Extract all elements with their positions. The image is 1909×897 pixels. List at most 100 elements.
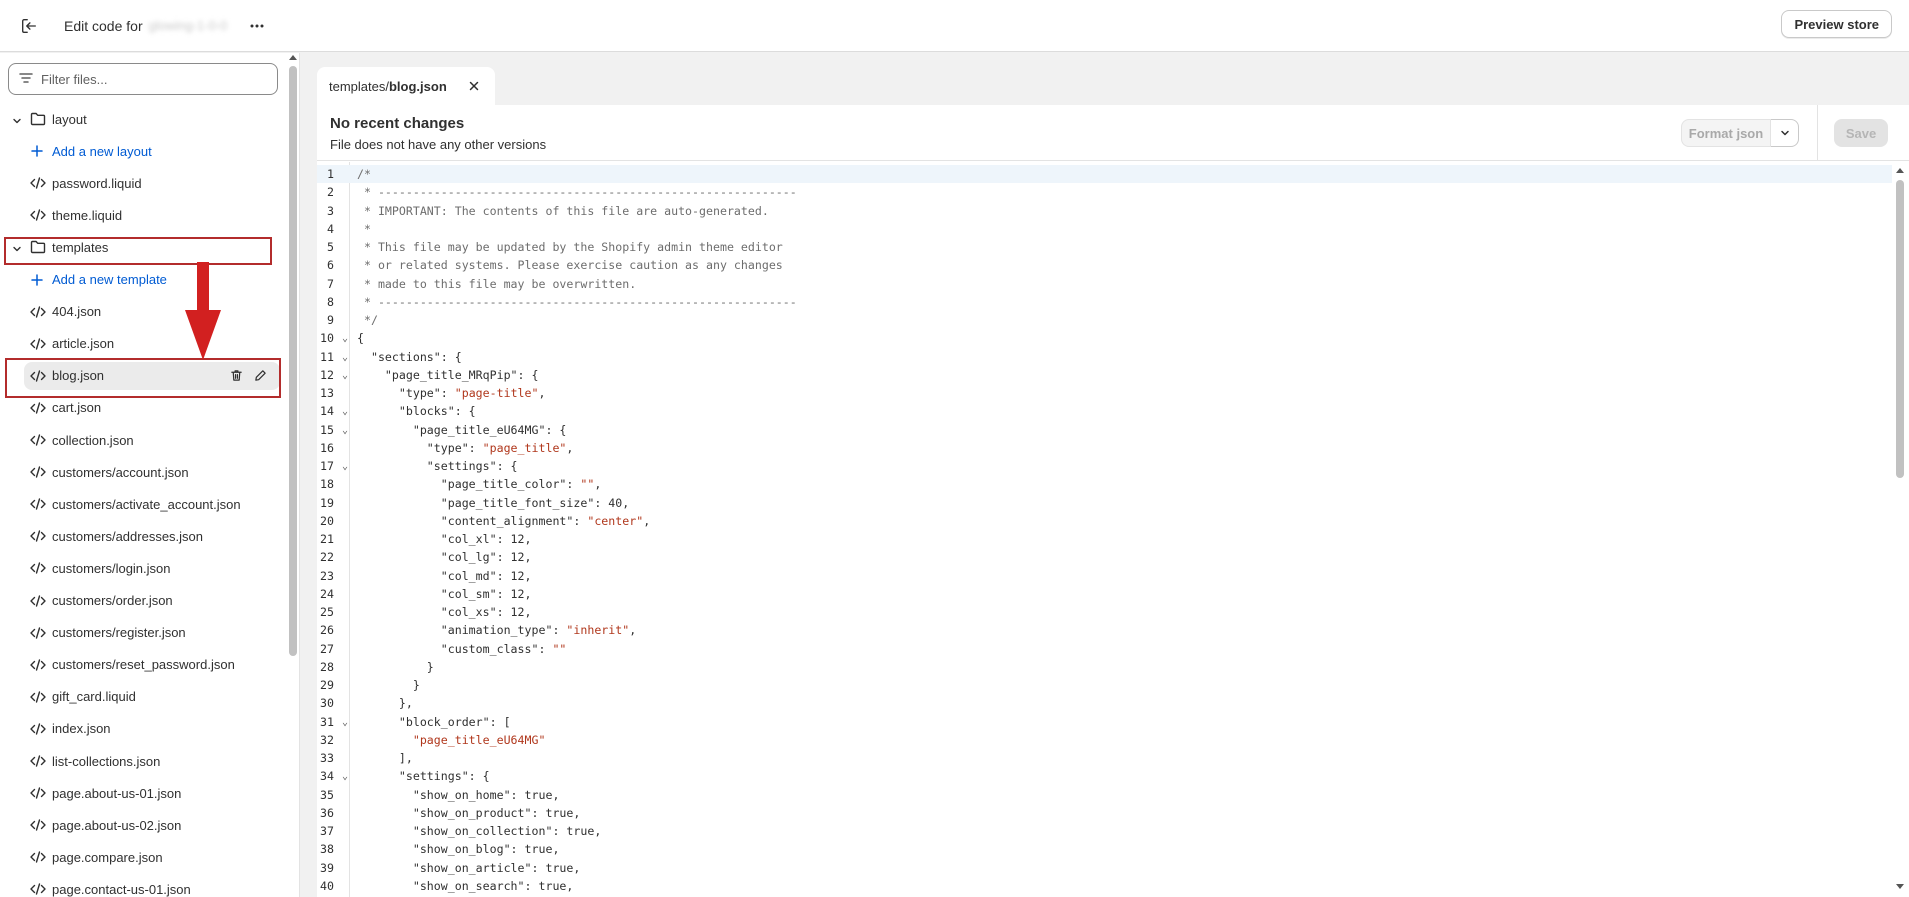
sidebar-scroll-thumb[interactable] xyxy=(289,66,297,656)
code-text: * This file may be updated by the Shopif… xyxy=(357,238,783,256)
exit-icon[interactable] xyxy=(16,13,42,39)
scroll-down-arrow-icon[interactable] xyxy=(1896,884,1904,889)
editor-scrollbar[interactable] xyxy=(1892,162,1909,897)
code-file-icon xyxy=(30,691,46,706)
filter-files-input[interactable] xyxy=(41,71,261,87)
code-file-icon xyxy=(30,851,46,866)
file-list-collections-json[interactable]: list-collections.json xyxy=(0,745,284,777)
editor-area: templates/blog.json No recent changes Fi… xyxy=(317,67,1909,897)
tree-item-label: customers/login.json xyxy=(52,560,171,576)
file-customers-activate-account-json[interactable]: customers/activate_account.json xyxy=(0,488,284,520)
code-token: "show_on_article": true, xyxy=(357,860,581,875)
chevron-down-icon[interactable] xyxy=(1771,119,1799,147)
code-editor[interactable]: 1 /* 2 * ---------------------------------… xyxy=(317,162,1892,897)
line-number: 19 xyxy=(320,495,334,510)
code-token: "settings": { xyxy=(357,769,490,784)
file-password-liquid[interactable]: password.liquid xyxy=(0,167,284,199)
fold-chevron-icon[interactable]: ⌄ xyxy=(342,403,348,421)
file-page-about-us-01-json[interactable]: page.about-us-01.json xyxy=(0,777,284,809)
line-number: 5 xyxy=(327,240,334,254)
code-line: 5 * This file may be updated by the Shop… xyxy=(317,238,1892,256)
file-theme-liquid[interactable]: theme.liquid xyxy=(0,199,284,231)
fold-chevron-icon[interactable]: ⌄ xyxy=(342,349,348,367)
file-customers-reset-password-json[interactable]: customers/reset_password.json xyxy=(0,649,284,681)
code-line: 3 * IMPORTANT: The contents of this file… xyxy=(317,202,1892,220)
tree-item-label: customers/account.json xyxy=(52,464,189,480)
add-a-new-template-link[interactable]: Add a new template xyxy=(0,264,284,296)
sidebar-scrollbar[interactable] xyxy=(287,53,299,897)
tree-item-label: article.json xyxy=(52,336,115,352)
code-text: "sections": { xyxy=(357,348,462,366)
add-a-new-layout-link[interactable]: Add a new layout xyxy=(0,135,284,167)
file-article-json[interactable]: article.json xyxy=(0,328,284,360)
file-customers-login-json[interactable]: customers/login.json xyxy=(0,552,284,584)
code-text: "page_title_font_size": 40, xyxy=(357,494,629,512)
fold-chevron-icon[interactable]: ⌄ xyxy=(342,768,348,786)
file-collection-json[interactable]: collection.json xyxy=(0,424,284,456)
code-token: "page_title_font_size": 40, xyxy=(357,495,630,510)
plus-icon xyxy=(31,273,43,289)
more-horizontal-icon[interactable] xyxy=(245,14,269,38)
format-json-button[interactable]: Format json xyxy=(1681,119,1771,147)
title-prefix: Edit code for xyxy=(64,17,143,34)
code-token: "block_order": [ xyxy=(357,714,511,729)
code-line: 7 * made to this file may be overwritten… xyxy=(317,275,1892,293)
code-text: /* xyxy=(357,165,371,183)
file-customers-addresses-json[interactable]: customers/addresses.json xyxy=(0,520,284,552)
code-token: }, xyxy=(357,696,413,711)
file-gift-card-liquid[interactable]: gift_card.liquid xyxy=(0,681,284,713)
code-text: "blocks": { xyxy=(357,402,476,420)
scroll-up-arrow-icon[interactable] xyxy=(289,55,297,60)
fold-chevron-icon[interactable]: ⌄ xyxy=(342,367,348,385)
file-customers-order-json[interactable]: customers/order.json xyxy=(0,585,284,617)
tab-blog-json[interactable]: templates/blog.json xyxy=(317,67,495,105)
file-page-about-us-02-json[interactable]: page.about-us-02.json xyxy=(0,809,284,841)
preview-store-button[interactable]: Preview store xyxy=(1781,10,1892,38)
code-line: 35 "show_on_home": true, xyxy=(317,786,1892,804)
code-file-icon xyxy=(30,530,46,545)
code-line: 12 ⌄ "page_title_MRqPip": { xyxy=(317,366,1892,384)
line-number: 27 xyxy=(320,641,334,656)
header-divider xyxy=(1817,105,1818,161)
code-token: "type": xyxy=(357,440,483,455)
file-customers-account-json[interactable]: customers/account.json xyxy=(0,456,284,488)
code-line: 30 }, xyxy=(317,694,1892,712)
code-text: "show_on_search": true, xyxy=(357,877,574,895)
code-line: 40 "show_on_search": true, xyxy=(317,877,1892,895)
tree-item-label: theme.liquid xyxy=(52,207,123,223)
code-line: 33 ], xyxy=(317,749,1892,767)
code-line: 13 "type": "page-title", xyxy=(317,384,1892,402)
code-text: */ xyxy=(357,311,378,329)
save-button[interactable]: Save xyxy=(1834,119,1888,147)
code-line: 39 "show_on_article": true, xyxy=(317,859,1892,877)
file-page-compare-json[interactable]: page.compare.json xyxy=(0,841,284,873)
tree-item-label: cart.json xyxy=(52,400,102,416)
code-token: , xyxy=(566,440,574,455)
code-text: "col_lg": 12, xyxy=(357,548,532,566)
code-line: 9 */ xyxy=(317,311,1892,329)
status-subtitle: File does not have any other versions xyxy=(330,137,547,152)
code-line: 36 "show_on_product": true, xyxy=(317,804,1892,822)
file-page-contact-us-01-json[interactable]: page.contact-us-01.json xyxy=(0,873,284,897)
code-text: "col_xl": 12, xyxy=(357,530,532,548)
file-customers-register-json[interactable]: customers/register.json xyxy=(0,617,284,649)
fold-chevron-icon[interactable]: ⌄ xyxy=(342,330,348,348)
file-index-json[interactable]: index.json xyxy=(0,713,284,745)
editor-scroll-thumb[interactable] xyxy=(1896,180,1904,478)
code-token: "show_on_product": true, xyxy=(357,805,581,820)
theme-name: glowing-1-0-0 xyxy=(148,18,228,33)
code-line: 32 "page_title_eU64MG" xyxy=(317,731,1892,749)
code-text: "type": "page_title", xyxy=(357,439,574,457)
code-token: "col_sm": 12, xyxy=(357,586,532,601)
code-line: 18 "page_title_color": "", xyxy=(317,475,1892,493)
fold-chevron-icon[interactable]: ⌄ xyxy=(342,422,348,440)
folder-layout[interactable]: layout xyxy=(0,103,284,135)
code-line: 31 ⌄ "block_order": [ xyxy=(317,713,1892,731)
fold-chevron-icon[interactable]: ⌄ xyxy=(342,458,348,476)
fold-chevron-icon[interactable]: ⌄ xyxy=(342,714,348,732)
file-404-json[interactable]: 404.json xyxy=(0,296,284,328)
scroll-up-arrow-icon[interactable] xyxy=(1896,168,1904,173)
code-token: "page_title_color": xyxy=(357,477,581,492)
close-icon[interactable] xyxy=(467,79,481,93)
code-token: { xyxy=(357,331,364,346)
